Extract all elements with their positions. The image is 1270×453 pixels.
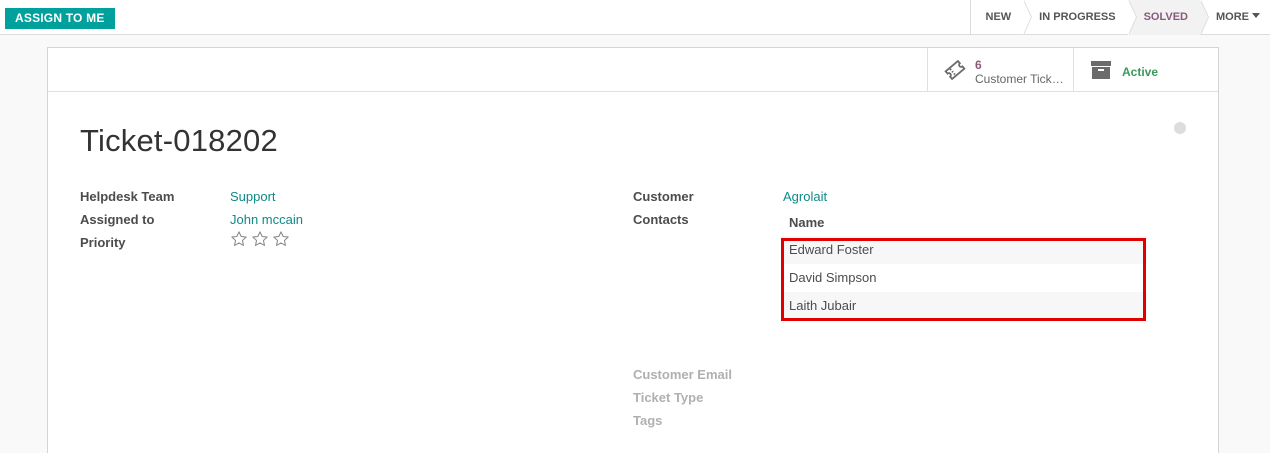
smart-button-box: 6 Customer Tickets Active: [48, 48, 1218, 92]
contacts-name-header: Name: [789, 215, 825, 230]
more-label: MORE: [1216, 11, 1249, 23]
customer-tickets-button[interactable]: 6 Customer Tickets: [927, 48, 1073, 91]
star-icon[interactable]: [230, 230, 248, 248]
contacts-table: Name Edward Foster David Simpson Laith J…: [781, 210, 1147, 320]
customer-link[interactable]: Agrolait: [783, 189, 827, 204]
ticket-type-label: Ticket Type: [633, 390, 704, 405]
contacts-label: Contacts: [633, 212, 689, 227]
archive-icon: [1091, 61, 1111, 79]
assigned-to-link[interactable]: John mccain: [230, 212, 303, 227]
active-status-label: Active: [1122, 65, 1159, 79]
customer-label: Customer: [633, 189, 694, 204]
priority-label: Priority: [80, 235, 126, 250]
tags-label: Tags: [633, 413, 663, 428]
assigned-to-label: Assigned to: [80, 212, 155, 227]
customer-email-label: Customer Email: [633, 367, 732, 382]
customer-tickets-count: 6: [975, 58, 982, 72]
helpdesk-team-label: Helpdesk Team: [80, 189, 175, 204]
active-toggle-button[interactable]: Active: [1073, 48, 1218, 91]
kanban-state-indicator[interactable]: [1174, 122, 1186, 134]
caret-down-icon: [1252, 13, 1260, 18]
helpdesk-team-link[interactable]: Support: [230, 189, 276, 204]
table-row[interactable]: David Simpson: [781, 264, 1147, 292]
ticket-title: Ticket-018202: [80, 123, 278, 158]
stage-in-progress[interactable]: IN PROGRESS: [1023, 0, 1138, 35]
ticket-icon: [944, 60, 966, 80]
table-row[interactable]: Laith Jubair: [781, 292, 1147, 320]
stage-solved[interactable]: SOLVED: [1127, 0, 1210, 35]
customer-tickets-label: Customer Tickets: [975, 72, 1067, 86]
star-icon[interactable]: [251, 230, 269, 248]
more-stages-dropdown[interactable]: MORE: [1200, 0, 1270, 35]
stage-new[interactable]: NEW: [971, 0, 1032, 35]
stage-pipeline: NEW IN PROGRESS SOLVED MORE: [969, 0, 1270, 35]
star-icon[interactable]: [272, 230, 290, 248]
assign-to-me-button[interactable]: ASSIGN TO ME: [5, 8, 115, 29]
priority-stars: [230, 230, 290, 248]
status-bar: ASSIGN TO ME NEW IN PROGRESS SOLVED MORE: [0, 0, 1270, 35]
form-sheet: 6 Customer Tickets Active Ticket-018202 …: [47, 47, 1219, 453]
table-row[interactable]: Edward Foster: [781, 236, 1147, 264]
